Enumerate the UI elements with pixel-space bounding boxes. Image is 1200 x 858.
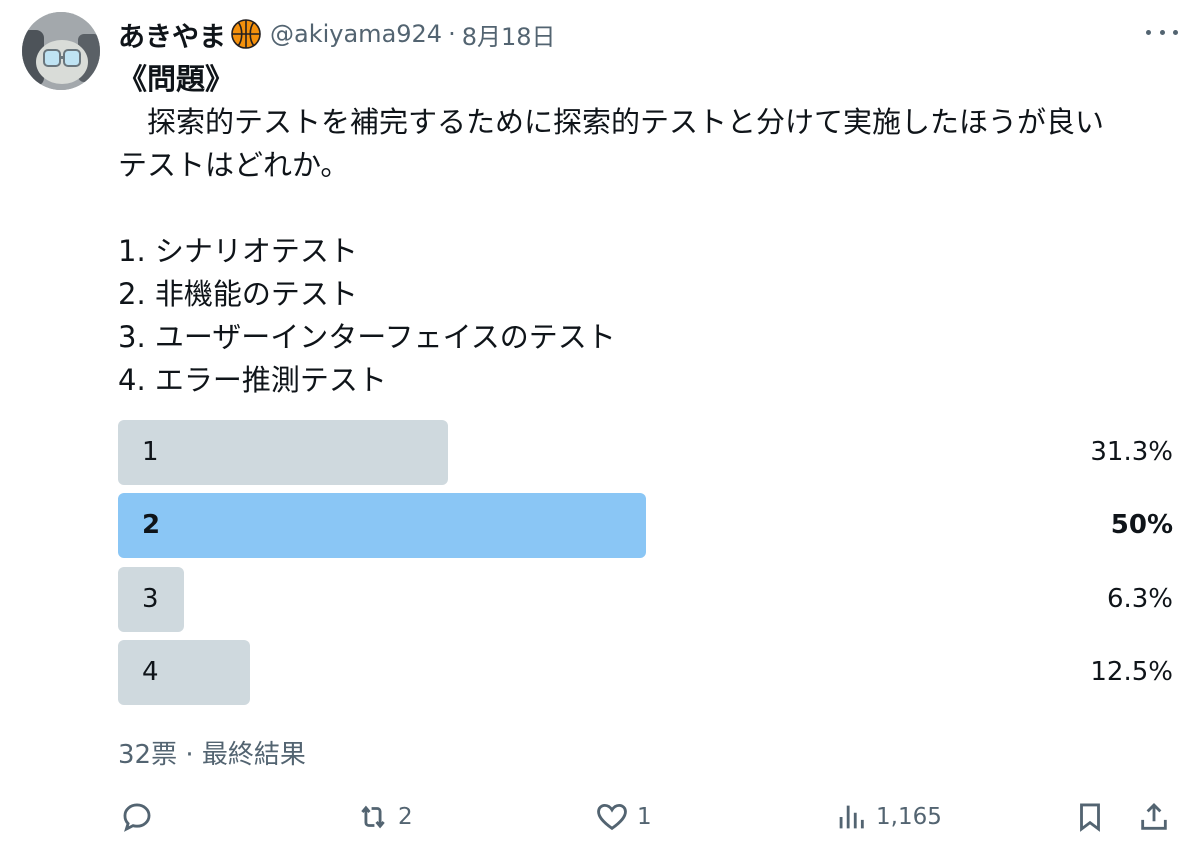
question-line-1: 探索的テストを補完するために探索的テストと分けて実施したほうが良い [118,105,1105,139]
retweet-button[interactable]: 2 [356,795,413,839]
more-options-icon[interactable] [1146,22,1178,42]
poll-choice-percent: 6.3% [1106,583,1173,614]
poll-choice-1: 1 31.3% [118,420,1173,485]
display-name[interactable]: あきやま [118,15,226,54]
separator: · [448,20,456,48]
retweet-icon [361,805,385,829]
question-line-2: テストはどれか。 [118,148,350,182]
option-1: 1. シナリオテスト [118,234,358,268]
bookmark-button[interactable] [1073,795,1107,839]
tweet-text: 《問題》 探索的テストを補完するために探索的テストと分けて実施したほうが良い テス… [118,58,1178,402]
option-2: 2. 非機能のテスト [118,277,358,311]
views-button[interactable]: 1,165 [834,795,942,839]
views-icon [839,805,864,829]
action-bar: 2 1 1,165 [118,795,1180,839]
heart-icon [597,803,627,831]
poll-choice-2: 2 50% [118,493,1173,559]
tweet-title: 《問題》 [118,62,235,96]
poll-choice-3: 3 6.3% [118,566,1173,632]
poll-choice-percent: 12.5% [1090,656,1173,687]
poll-choice-label: 3 [142,583,159,614]
tweet-date[interactable]: 8月18日 [462,17,556,52]
poll-bar [118,420,448,485]
poll: 1 31.3% 2 50% 3 6.3% 4 12.5% [118,420,1173,713]
poll-choice-label: 2 [142,510,161,541]
basketball-icon [230,18,262,50]
option-3: 3. ユーザーインターフェイスのテスト [118,320,616,354]
option-4: 4. エラー推測テスト [118,363,387,397]
views-count: 1,165 [876,804,942,830]
reply-button[interactable] [120,795,162,839]
like-count: 1 [637,804,652,830]
share-icon [1141,802,1167,830]
like-button[interactable]: 1 [595,795,652,839]
tweet-header: あきやま @akiyama924 · 8月18日 [118,14,556,54]
retweet-count: 2 [398,804,413,830]
poll-choice-percent: 50% [1110,510,1173,541]
poll-choice-4: 4 12.5% [118,639,1173,705]
poll-choice-percent: 31.3% [1090,437,1173,467]
poll-meta: 32票 · 最終結果 [118,740,306,770]
reply-icon [123,803,151,832]
poll-bar [118,639,250,705]
poll-choice-label: 1 [142,437,159,467]
poll-choice-label: 4 [142,656,159,687]
bookmark-icon [1080,803,1100,832]
share-button[interactable] [1137,795,1171,839]
avatar[interactable] [22,12,100,90]
poll-bar [118,493,646,559]
handle[interactable]: @akiyama924 [270,20,442,48]
